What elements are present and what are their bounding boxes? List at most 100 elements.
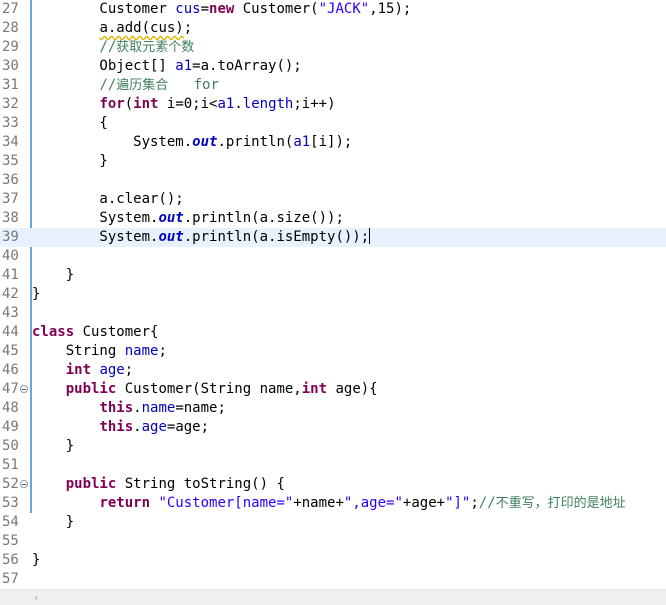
line-number: 31 <box>2 77 19 93</box>
code-token: Customer(String name, <box>116 381 302 397</box>
code-token: Customer( <box>234 1 319 17</box>
code-text: public Customer(String name,int age){ <box>32 380 378 399</box>
code-token: public <box>65 381 117 397</box>
code-token: name <box>124 343 159 359</box>
code-line[interactable]: 41 } <box>0 266 666 285</box>
code-token: String toString() { <box>116 476 285 492</box>
code-token: return <box>99 495 151 511</box>
line-number: 53 <box>2 495 19 511</box>
line-number: 49 <box>2 419 19 435</box>
code-line[interactable]: 43 <box>0 304 666 323</box>
code-line[interactable]: 28 a.add(cus); <box>0 19 666 38</box>
code-line[interactable]: 44 class Customer{ <box>0 323 666 342</box>
code-token: this <box>99 400 134 416</box>
code-line[interactable]: 29 //获取元素个数 <box>0 38 666 57</box>
code-token: { <box>32 115 108 131</box>
code-line[interactable]: 51 <box>0 456 666 475</box>
code-token: .println(a.size()); <box>183 210 344 226</box>
line-number: 36 <box>2 172 19 188</box>
line-number: 51 <box>2 457 19 473</box>
code-line[interactable]: 53 return "Customer[name="+name+",age="+… <box>0 494 666 513</box>
code-text: System.out.println(a.isEmpty()); <box>32 228 371 247</box>
code-text: this.name=name; <box>32 399 226 418</box>
code-line[interactable]: 47 public Customer(String name,int age){ <box>0 380 666 399</box>
code-line[interactable]: 45 String name; <box>0 342 666 361</box>
horizontal-scrollbar[interactable]: ‹ <box>0 589 666 605</box>
code-token: 不重写，打印的是地址 <box>495 496 626 511</box>
code-line[interactable]: 49 this.age=age; <box>0 418 666 437</box>
code-line[interactable]: 54 } <box>0 513 666 532</box>
code-line[interactable]: 33 { <box>0 114 666 133</box>
code-token: ; <box>183 20 193 36</box>
code-line[interactable]: 31 //遍历集合 for <box>0 76 666 95</box>
code-token: System. <box>32 134 193 150</box>
code-token: cus <box>175 1 201 17</box>
code-line[interactable]: 57 <box>0 570 666 589</box>
line-number: 27 <box>2 1 19 17</box>
code-line[interactable]: 38 System.out.println(a.size()); <box>0 209 666 228</box>
code-token: age <box>141 419 167 435</box>
code-token: 遍历集合 <box>116 78 169 93</box>
code-token: = <box>200 1 210 17</box>
fold-collapse-icon[interactable] <box>20 385 28 393</box>
code-text: { <box>32 114 108 133</box>
code-token: class <box>32 324 75 340</box>
code-line[interactable]: 34 System.out.println(a1[i]); <box>0 133 666 152</box>
code-token: i=0;i< <box>158 96 218 112</box>
code-line[interactable]: 56} <box>0 551 666 570</box>
code-line[interactable]: 35 } <box>0 152 666 171</box>
line-number: 55 <box>2 533 19 549</box>
line-number: 56 <box>2 552 19 568</box>
code-line-current[interactable]: 39 System.out.println(a.isEmpty()); <box>0 228 666 247</box>
scroll-left-arrow-icon[interactable]: ‹ <box>34 590 44 605</box>
code-token: ,15); <box>369 1 412 17</box>
line-number: 38 <box>2 210 19 226</box>
code-token: . <box>234 96 243 112</box>
code-text: return "Customer[name="+name+",age="+age… <box>32 494 626 513</box>
code-token: Object[] <box>32 58 176 74</box>
line-number: 46 <box>2 362 19 378</box>
code-token: } <box>32 438 75 454</box>
line-number: 45 <box>2 343 19 359</box>
code-line[interactable]: 30 Object[] a1=a.toArray(); <box>0 57 666 76</box>
code-token: // <box>478 495 496 511</box>
code-token: +name+ <box>293 495 344 511</box>
code-line[interactable]: 32 for(int i=0;i<a1.length;i++) <box>0 95 666 114</box>
code-text: } <box>32 266 74 285</box>
code-text: } <box>32 152 107 171</box>
code-token: =name; <box>175 400 226 416</box>
code-line[interactable]: 46 int age; <box>0 361 666 380</box>
code-token: [i]); <box>310 134 353 150</box>
code-line[interactable]: 50 } <box>0 437 666 456</box>
code-token: Customer{ <box>74 324 159 340</box>
code-text: System.out.println(a1[i]); <box>32 133 352 152</box>
code-token: int <box>133 96 159 112</box>
code-line[interactable]: 48 this.name=name; <box>0 399 666 418</box>
code-token: "]" <box>445 495 471 511</box>
code-token: for <box>168 77 219 93</box>
fold-collapse-icon[interactable] <box>20 480 28 488</box>
code-text: public String toString() { <box>32 475 285 494</box>
code-text: int age; <box>32 361 133 380</box>
code-token: } <box>32 286 41 302</box>
code-text: System.out.println(a.size()); <box>32 209 344 228</box>
code-line[interactable]: 52 public String toString() { <box>0 475 666 494</box>
code-editor[interactable]: 27 Customer cus=new Customer("JACK",15);… <box>0 0 666 589</box>
code-token: .println(a.isEmpty()); <box>183 229 370 245</box>
code-text: } <box>32 285 40 304</box>
line-number: 44 <box>2 324 19 340</box>
code-line[interactable]: 37 a.clear(); <box>0 190 666 209</box>
code-token: out <box>158 210 184 226</box>
code-text: //遍历集合 for <box>32 76 219 95</box>
code-line[interactable]: 55 <box>0 532 666 551</box>
code-line[interactable]: 40 <box>0 247 666 266</box>
code-text: a.clear(); <box>32 190 183 209</box>
line-number: 41 <box>2 267 19 283</box>
code-line[interactable]: 36 <box>0 171 666 190</box>
code-token: int <box>301 381 328 397</box>
code-line[interactable]: 42} <box>0 285 666 304</box>
code-token: .println( <box>217 134 294 150</box>
code-line[interactable]: 27 Customer cus=new Customer("JACK",15); <box>0 0 666 19</box>
